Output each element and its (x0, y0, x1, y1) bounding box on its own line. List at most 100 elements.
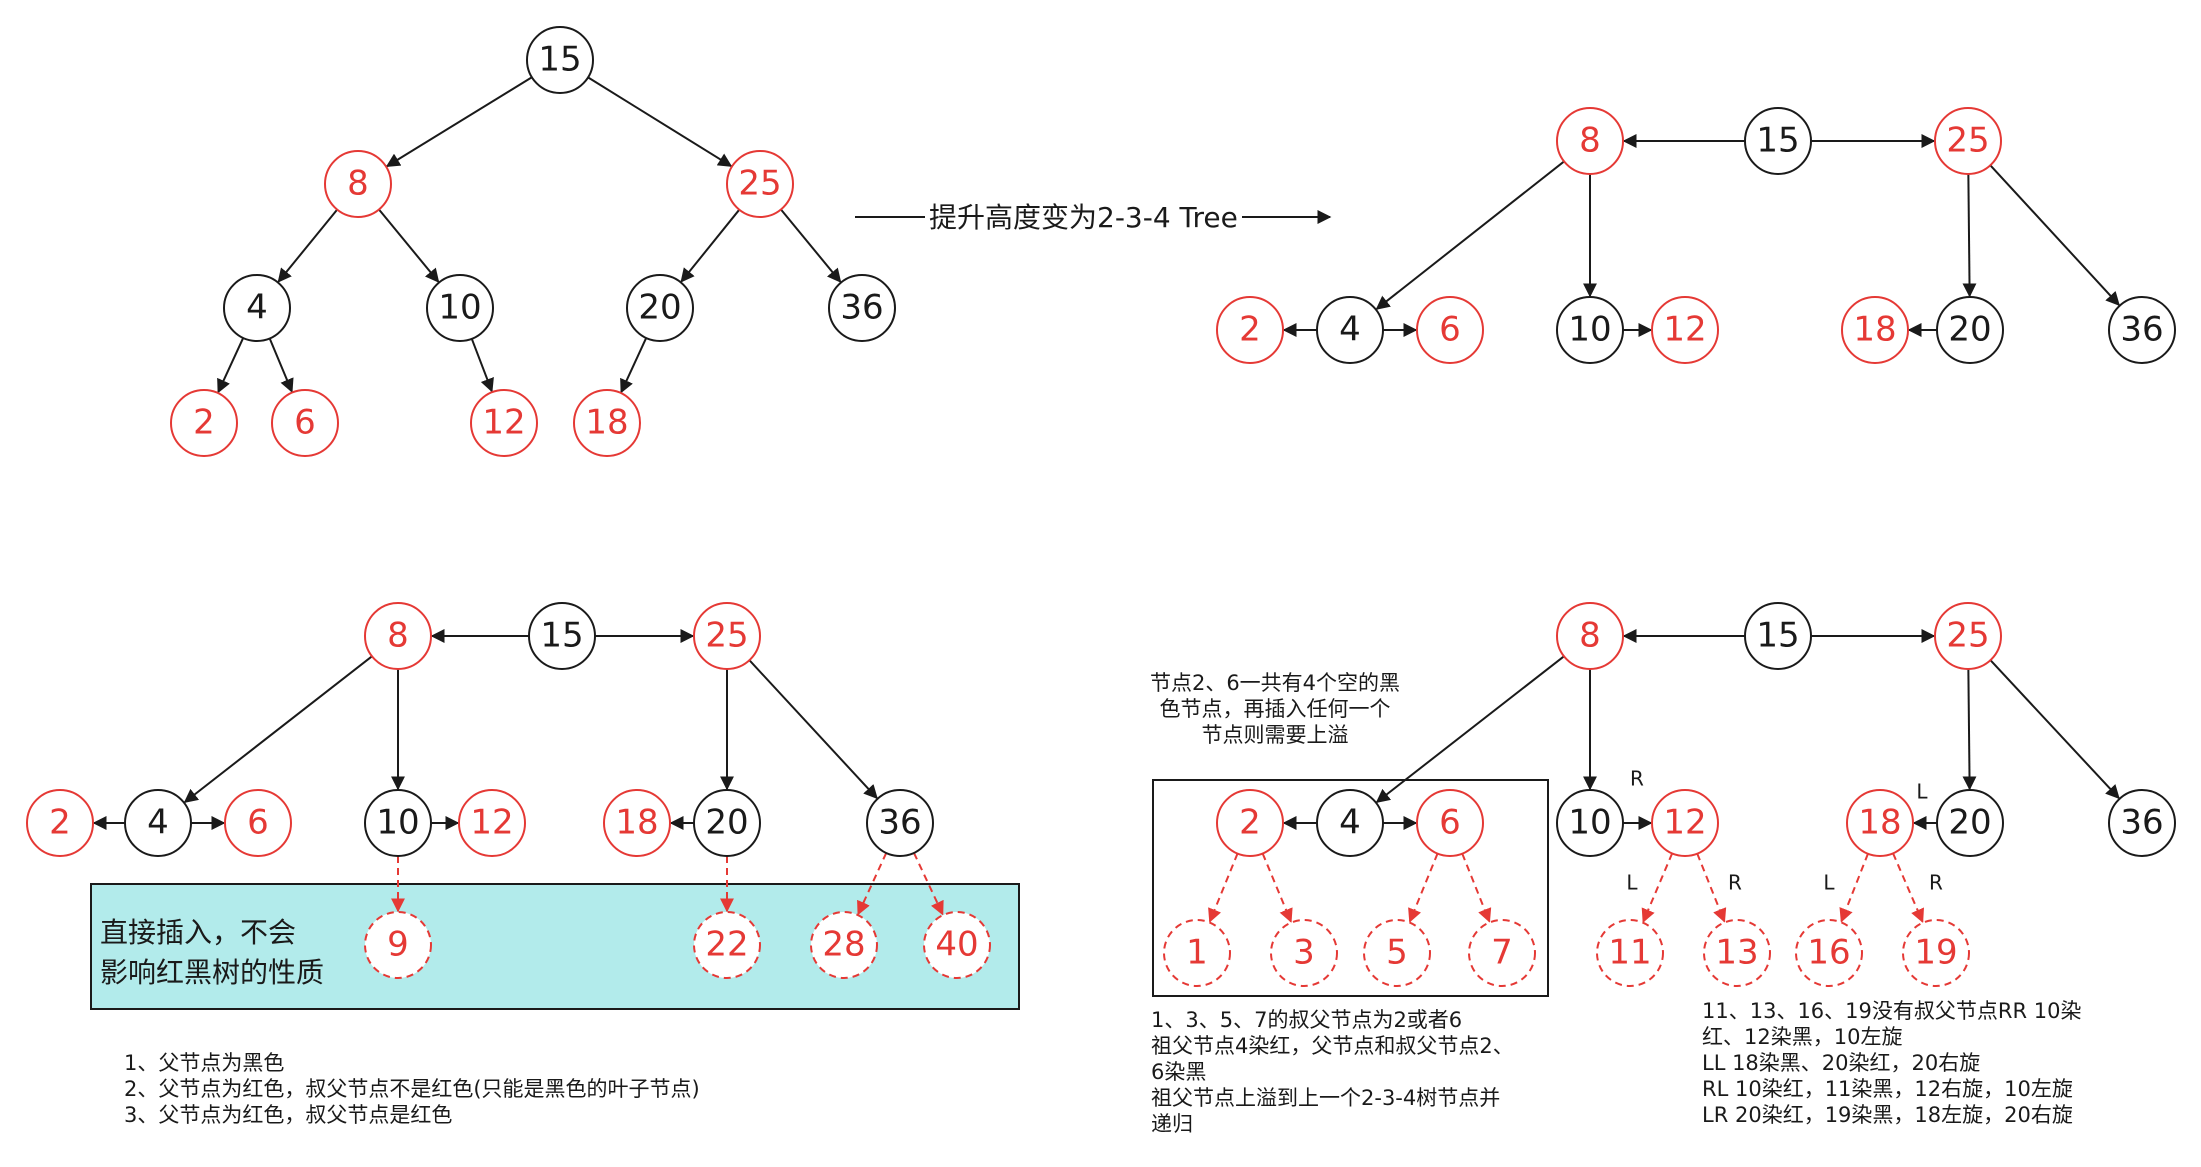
node-label: 2 (1239, 310, 1261, 350)
bl-tree-node-20: 20 (693, 789, 761, 857)
node-label: 15 (1756, 121, 1799, 161)
br-tree-node-12: 12 (1651, 789, 1719, 857)
tl-tree-node-4: 4 (223, 274, 291, 342)
br-tree-node-18: 18 (1846, 789, 1914, 857)
rotation-note-line3: LL 18染黑、20染红，20右旋 (1702, 1051, 1981, 1075)
br-tree-node-7: 7 (1468, 919, 1536, 987)
br-tree-node-6: 6 (1416, 789, 1484, 857)
insert-box-label: 直接插入，不会 影响红黑树的性质 (100, 913, 324, 993)
tl-tree-node-36: 36 (828, 274, 896, 342)
br-tree-edge-6-5 (1408, 853, 1439, 923)
node-label: 6 (1439, 803, 1461, 843)
node-label: 20 (1948, 803, 1991, 843)
node-label: 36 (878, 803, 921, 843)
node-label: 6 (294, 403, 316, 443)
overflow-note-top-line2: 色节点，再插入任何一个 (1159, 697, 1391, 721)
node-label: 4 (1339, 803, 1361, 843)
insert-box-label-line2: 影响红黑树的性质 (100, 956, 325, 989)
node-label: 1 (1186, 933, 1208, 973)
node-label: 15 (1756, 616, 1799, 656)
node-label: 8 (1579, 616, 1601, 656)
tr-tree-node-18: 18 (1841, 296, 1909, 364)
bl-tree-node-9: 9 (364, 911, 432, 979)
node-label: 2 (193, 403, 215, 443)
bl-tree-node-8: 8 (364, 602, 432, 670)
rotation-label-12-11: L (1626, 871, 1638, 895)
overflow-note-top-line1: 节点2、6一共有4个空的黑 (1149, 671, 1401, 695)
br-tree-edge-12-11 (1641, 853, 1674, 923)
tl-tree-edge-4-2 (217, 337, 245, 394)
node-label: 10 (1568, 310, 1611, 350)
br-tree-node-5: 5 (1363, 919, 1431, 987)
br-tree-node-20: 20 (1936, 789, 2004, 857)
bl-tree-node-36: 36 (866, 789, 934, 857)
node-label: 11 (1608, 933, 1651, 973)
tr-tree-node-2: 2 (1216, 296, 1284, 364)
node-label: 10 (376, 803, 419, 843)
br-tree-edge-2-3 (1261, 853, 1293, 923)
br-tree-node-10: 10 (1556, 789, 1624, 857)
br-tree-node-16: 16 (1795, 919, 1863, 987)
tl-tree-node-25: 25 (726, 150, 794, 218)
br-tree-edge-18-16 (1839, 853, 1869, 923)
tl-tree-edge-8-10 (378, 208, 440, 283)
node-label: 8 (347, 164, 369, 204)
overflow-note-bottom-line2: 祖父节点4染红，父节点和叔父节点2、 (1151, 1034, 1514, 1058)
rotation-note-line2: 红、12染黑，10左旋 (1702, 1025, 1903, 1049)
tr-tree-node-25: 25 (1934, 107, 2002, 175)
node-label: 36 (2120, 310, 2163, 350)
node-label: 19 (1914, 933, 1957, 973)
node-label: 7 (1491, 933, 1513, 973)
tl-tree-node-6: 6 (271, 389, 339, 457)
node-label: 36 (2120, 803, 2163, 843)
node-label: 6 (247, 803, 269, 843)
bl-tree-edge-25-36 (748, 659, 878, 800)
bl-tree-node-6: 6 (224, 789, 292, 857)
tl-tree-edge-20-18 (620, 337, 648, 394)
overflow-note-top-line3: 节点则需要上溢 (1201, 723, 1349, 747)
tr-tree-node-20: 20 (1936, 296, 2004, 364)
tl-tree-edge-8-4 (277, 208, 338, 283)
node-label: 4 (147, 803, 169, 843)
bl-tree-node-12: 12 (458, 789, 526, 857)
node-label: 9 (387, 925, 409, 965)
node-label: 20 (705, 803, 748, 843)
node-label: 3 (1293, 933, 1315, 973)
rule-item-3: 3、父节点为红色，叔父节点是红色 (124, 1103, 453, 1127)
tl-tree-node-12: 12 (470, 389, 538, 457)
br-tree-node-15: 15 (1744, 602, 1812, 670)
bl-tree-node-4: 4 (124, 789, 192, 857)
node-label: 6 (1439, 310, 1461, 350)
node-label: 15 (538, 40, 581, 80)
br-tree-node-2: 2 (1216, 789, 1284, 857)
node-label: 8 (387, 616, 409, 656)
br-tree-node-36: 36 (2108, 789, 2176, 857)
bl-tree-edge-8-4 (183, 655, 373, 803)
tl-tree-node-15: 15 (526, 26, 594, 94)
rotation-label-10-12: R (1630, 767, 1644, 791)
br-tree-node-25: 25 (1934, 602, 2002, 670)
tl-tree-node-10: 10 (426, 274, 494, 342)
overflow-note-bottom-line3: 6染黑 (1151, 1060, 1207, 1084)
rotation-note: 11、13、16、19没有叔父节点RR 10染 红、12染黑，10左旋 LL 1… (1702, 998, 2182, 1128)
br-tree-edge-25-20 (1962, 668, 1977, 791)
node-label: 36 (840, 288, 883, 328)
bl-tree-node-2: 2 (26, 789, 94, 857)
node-label: 20 (1948, 310, 1991, 350)
node-label: 18 (615, 803, 658, 843)
tr-tree-node-12: 12 (1651, 296, 1719, 364)
node-label: 18 (585, 403, 628, 443)
tl-tree-node-2: 2 (170, 389, 238, 457)
node-label: 20 (638, 288, 681, 328)
rotation-note-line5: LR 20染红，19染黑，18左旋，20右旋 (1702, 1103, 2073, 1127)
node-label: 12 (482, 403, 525, 443)
br-tree-node-3: 3 (1270, 919, 1338, 987)
node-label: 10 (438, 288, 481, 328)
node-label: 12 (1663, 803, 1706, 843)
node-label: 25 (1946, 121, 1989, 161)
tl-tree-edge-25-36 (780, 208, 842, 283)
tr-tree-edge-25-20 (1962, 173, 1977, 298)
node-label: 18 (1858, 803, 1901, 843)
rotation-label-20-18: L (1916, 780, 1928, 804)
bl-tree-node-10: 10 (364, 789, 432, 857)
